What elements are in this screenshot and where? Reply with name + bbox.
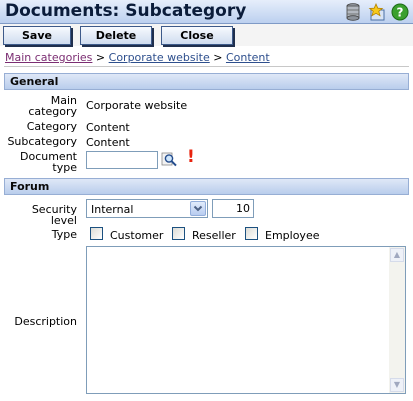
save-button[interactable]: Save [3, 26, 71, 45]
toolbar: Save Delete Close [0, 24, 413, 46]
scroll-down-arrow-icon[interactable]: ▼ [390, 378, 404, 392]
main-category-value: Corporate website [86, 99, 188, 112]
delete-button[interactable]: Delete [80, 26, 152, 45]
database-icon[interactable] [345, 3, 363, 21]
section-header-general: General [4, 73, 409, 90]
scroll-up-arrow-icon[interactable]: ▲ [390, 248, 404, 262]
chevron-down-icon[interactable] [190, 201, 206, 216]
type-checkbox-employee[interactable] [245, 227, 258, 240]
description-scrollbar[interactable]: ▲ ▼ [389, 247, 405, 393]
page-title: Documents: Subcategory [5, 1, 247, 21]
svg-text:?: ? [397, 6, 404, 20]
breadcrumb-separator: > [95, 51, 106, 64]
type-label: Type [51, 228, 77, 241]
favorite-star-icon[interactable] [368, 2, 386, 21]
breadcrumb-link-corporate-website[interactable]: Corporate website [109, 51, 210, 64]
subcategory-label: Subcategory [7, 135, 77, 148]
type-option-reseller-label: Reseller [192, 229, 236, 242]
search-icon[interactable] [161, 151, 178, 171]
security-level-selected: Internal [91, 203, 134, 216]
description-label: Description [14, 315, 77, 328]
document-type-label: Document type [20, 150, 77, 174]
document-type-field[interactable] [86, 151, 158, 169]
security-level-select[interactable]: Internal [86, 199, 208, 218]
category-label: Category [26, 120, 77, 133]
help-icon[interactable]: ? [391, 3, 409, 21]
security-level-number-field[interactable]: 10 [212, 199, 254, 218]
section-header-forum: Forum [4, 178, 409, 195]
security-level-label: Security level [31, 203, 77, 227]
breadcrumb-separator: > [213, 51, 223, 64]
type-checkbox-reseller[interactable] [172, 227, 185, 240]
subcategory-value: Content [86, 136, 130, 149]
title-bar: Documents: Subcategory ? [0, 0, 413, 24]
type-option-employee-label: Employee [265, 229, 320, 242]
divider [4, 66, 409, 67]
description-textarea[interactable]: ▲ ▼ [86, 246, 406, 394]
required-indicator: ! [187, 147, 195, 167]
type-option-customer-label: Customer [110, 229, 164, 242]
breadcrumb: Main categories > Corporate website > Co… [5, 51, 270, 64]
breadcrumb-link-main-categories[interactable]: Main categories [5, 51, 92, 64]
main-category-label: Main category [28, 94, 77, 118]
breadcrumb-link-content[interactable]: Content [226, 51, 270, 64]
close-button[interactable]: Close [161, 26, 233, 45]
category-value: Content [86, 121, 130, 134]
type-checkbox-customer[interactable] [90, 227, 103, 240]
